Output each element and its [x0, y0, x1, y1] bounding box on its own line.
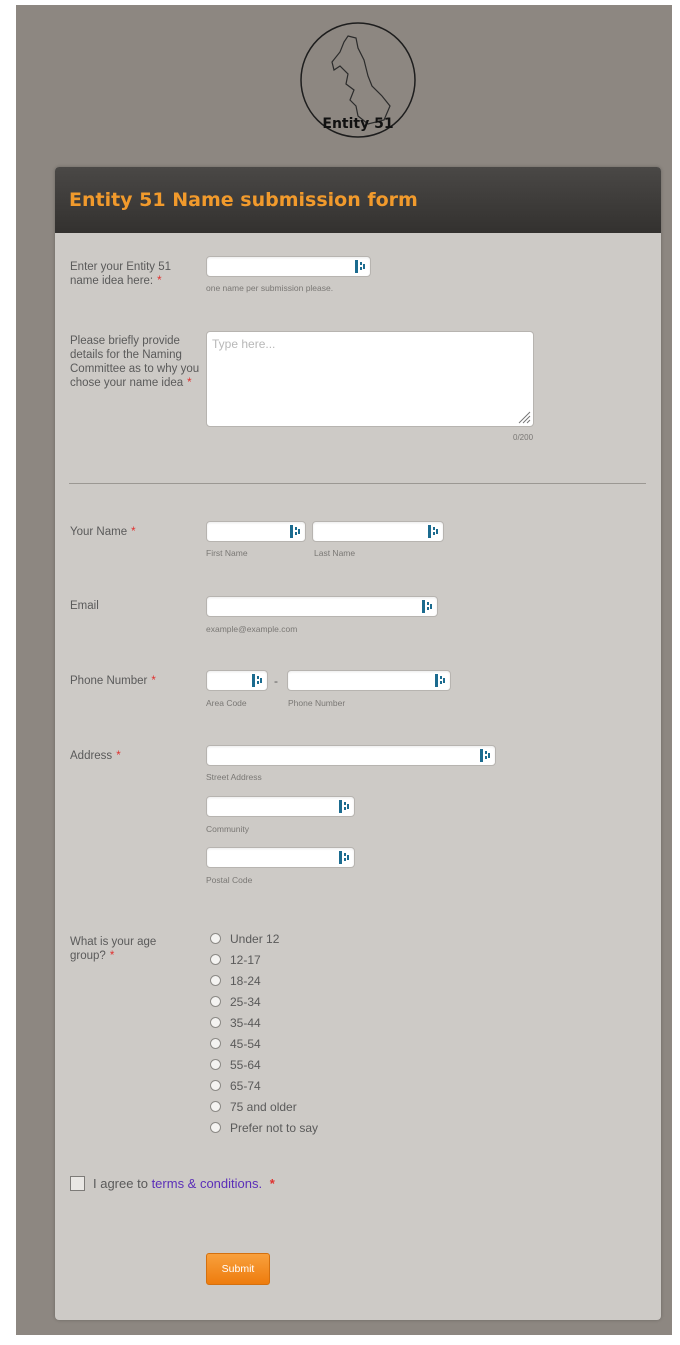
password-manager-icon	[339, 851, 349, 864]
age-option[interactable]: 45-54	[210, 1037, 261, 1051]
address-label: Address *	[70, 750, 121, 762]
age-option[interactable]: 75 and older	[210, 1100, 297, 1114]
age-option[interactable]: Under 12	[210, 932, 279, 946]
entity-51-logo: Entity 51	[300, 22, 416, 138]
password-manager-icon	[290, 525, 300, 538]
phone-number-sublabel: Phone Number	[288, 698, 346, 708]
password-manager-icon	[252, 674, 262, 687]
street-address-input[interactable]	[206, 745, 496, 766]
name-idea-label: Enter your Entity 51 name idea here: *	[70, 261, 171, 287]
age-option[interactable]: 65-74	[210, 1079, 261, 1093]
password-manager-icon	[422, 600, 432, 613]
phone-separator: -	[274, 674, 278, 688]
phone-number-input[interactable]	[287, 670, 451, 691]
password-manager-icon	[428, 525, 438, 538]
submission-form: Entity 51 Name submission form Enter you…	[55, 167, 661, 1320]
age-option[interactable]: 35-44	[210, 1016, 261, 1030]
age-option[interactable]: 25-34	[210, 995, 261, 1009]
details-placeholder: Type here...	[212, 337, 276, 351]
age-group-label: What is your age group? *	[70, 936, 157, 962]
form-title: Entity 51 Name submission form	[69, 189, 418, 211]
form-header: Entity 51 Name submission form	[55, 167, 661, 233]
community-sublabel: Community	[206, 824, 249, 834]
password-manager-icon	[339, 800, 349, 813]
postal-code-sublabel: Postal Code	[206, 875, 253, 885]
radio-button[interactable]	[210, 1101, 221, 1112]
password-manager-icon	[355, 260, 365, 273]
submit-button[interactable]: Submit	[206, 1253, 270, 1285]
age-option[interactable]: Prefer not to say	[210, 1121, 318, 1135]
resize-grip-icon[interactable]	[517, 410, 531, 424]
password-manager-icon	[480, 749, 490, 762]
radio-button[interactable]	[210, 933, 221, 944]
age-option[interactable]: 18-24	[210, 974, 261, 988]
details-label: Please briefly provide details for the N…	[70, 335, 200, 389]
email-input[interactable]	[206, 596, 438, 617]
email-label: Email	[70, 600, 99, 612]
name-idea-sublabel: one name per submission please.	[206, 283, 334, 293]
phone-label: Phone Number *	[70, 675, 156, 687]
age-option[interactable]: 12-17	[210, 953, 261, 967]
terms-agreement: I agree to terms & conditions. *	[93, 1176, 275, 1191]
your-name-label: Your Name *	[70, 526, 136, 538]
radio-button[interactable]	[210, 1080, 221, 1091]
terms-checkbox[interactable]	[70, 1176, 85, 1191]
area-code-input[interactable]	[206, 670, 268, 691]
password-manager-icon	[435, 674, 445, 687]
name-idea-input[interactable]	[206, 256, 371, 277]
community-input[interactable]	[206, 796, 355, 817]
radio-button[interactable]	[210, 1122, 221, 1133]
details-char-counter: 0/200	[513, 433, 534, 442]
radio-button[interactable]	[210, 1059, 221, 1070]
area-code-sublabel: Area Code	[206, 698, 247, 708]
radio-button[interactable]	[210, 996, 221, 1007]
street-address-sublabel: Street Address	[206, 772, 262, 782]
postal-code-input[interactable]	[206, 847, 355, 868]
section-divider	[69, 483, 646, 484]
last-name-sublabel: Last Name	[314, 548, 356, 558]
email-sublabel: example@example.com	[206, 624, 298, 634]
first-name-sublabel: First Name	[206, 548, 248, 558]
first-name-input[interactable]	[206, 521, 306, 542]
last-name-input[interactable]	[312, 521, 444, 542]
svg-text:Entity 51: Entity 51	[322, 116, 393, 132]
radio-button[interactable]	[210, 1038, 221, 1049]
radio-button[interactable]	[210, 975, 221, 986]
terms-link[interactable]: terms & conditions.	[152, 1176, 263, 1191]
radio-button[interactable]	[210, 954, 221, 965]
age-option[interactable]: 55-64	[210, 1058, 261, 1072]
radio-button[interactable]	[210, 1017, 221, 1028]
details-textarea[interactable]: Type here...	[206, 331, 534, 427]
